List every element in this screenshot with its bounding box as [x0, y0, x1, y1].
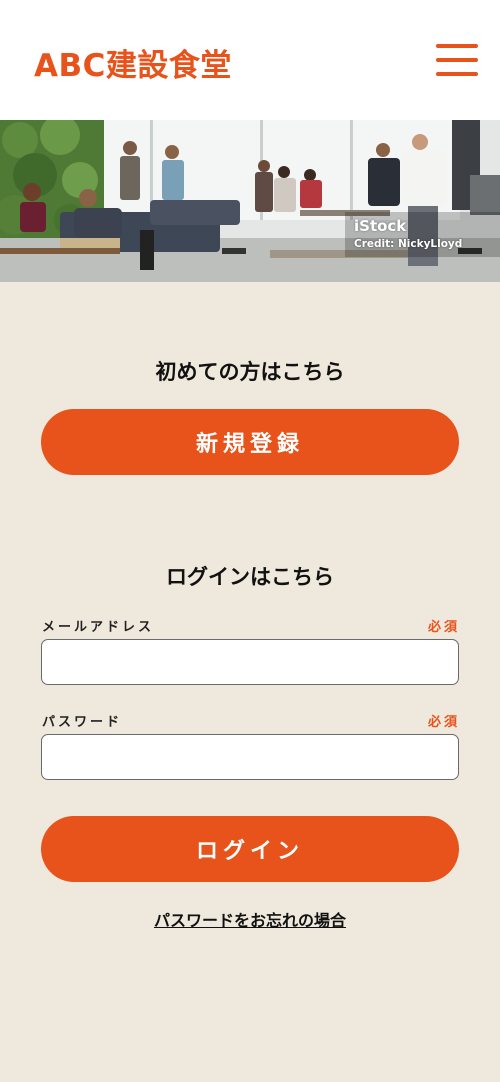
- signup-button[interactable]: 新規登録: [41, 409, 459, 475]
- menu-bar: [436, 72, 478, 76]
- login-heading: ログインはこちら: [166, 565, 334, 589]
- brand-logo[interactable]: ABC建設食堂: [34, 40, 232, 85]
- signup-heading: 初めての方はこちら: [155, 360, 345, 384]
- photo-credit: Credit: NickyLloyd: [354, 238, 463, 250]
- menu-bar: [436, 44, 478, 48]
- password-label: パスワード: [42, 715, 123, 730]
- stock-watermark: iStock: [354, 217, 407, 235]
- menu-bar: [436, 58, 478, 62]
- forgot-password-link[interactable]: パスワードをお忘れの場合: [0, 907, 500, 931]
- password-field[interactable]: [41, 734, 459, 780]
- hamburger-menu-icon[interactable]: [436, 42, 478, 78]
- email-label: メールアドレス: [42, 620, 155, 635]
- email-required-badge: 必須: [427, 620, 460, 635]
- cafeteria-photo: [0, 120, 500, 282]
- password-required-badge: 必須: [427, 715, 460, 730]
- app-header: ABC建設食堂: [0, 0, 500, 120]
- hero-image: [0, 120, 500, 282]
- login-button[interactable]: ログイン: [41, 816, 459, 882]
- email-field[interactable]: [41, 639, 459, 685]
